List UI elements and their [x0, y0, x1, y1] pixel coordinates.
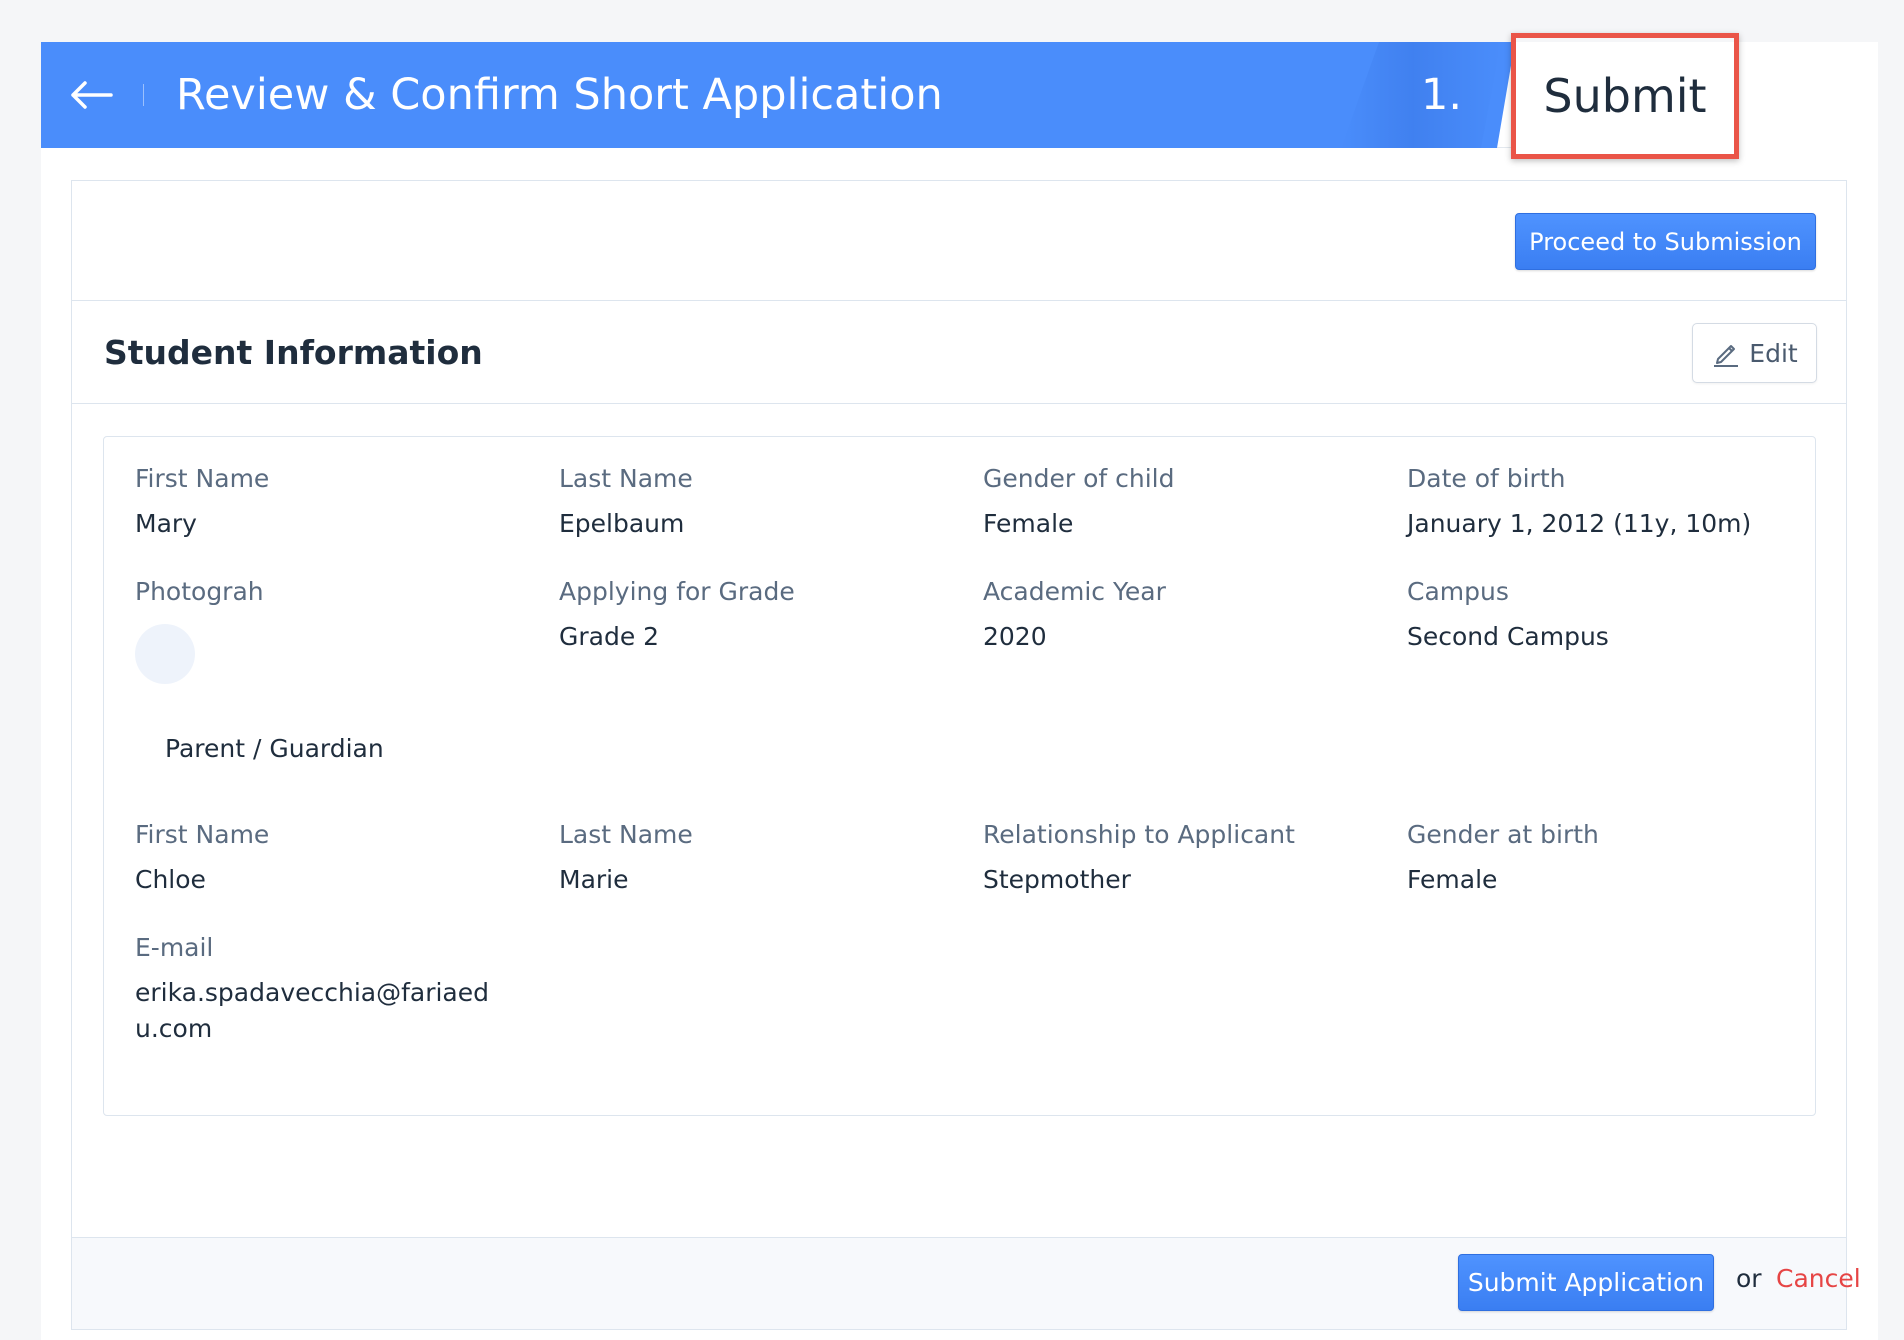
cancel-link[interactable]: Cancel — [1776, 1264, 1861, 1293]
student-dob-field: Date of birth January 1, 2012 (11y, 10m) — [1407, 462, 1787, 542]
avatar — [135, 624, 195, 684]
guardian-first-name-field: First Name Chloe — [135, 818, 535, 898]
field-label: Campus — [1407, 575, 1807, 609]
card-footer: Submit Application or Cancel — [72, 1237, 1846, 1329]
application-page: Review & Confirm Short Application 1. Su… — [41, 42, 1878, 1340]
student-info-box: First Name Mary Last Name Epelbaum Gende… — [103, 436, 1816, 1116]
field-label: Last Name — [559, 818, 959, 852]
field-label: Gender at birth — [1407, 818, 1807, 852]
field-value: January 1, 2012 (11y, 10m) — [1407, 506, 1787, 542]
step-label: Submit — [1543, 67, 1706, 125]
guardian-gender-field: Gender at birth Female — [1407, 818, 1807, 898]
field-value: Second Campus — [1407, 619, 1807, 655]
field-value: Female — [1407, 862, 1807, 898]
field-label: Academic Year — [983, 575, 1383, 609]
edit-button[interactable]: Edit — [1692, 323, 1817, 383]
student-campus-field: Campus Second Campus — [1407, 575, 1807, 655]
header-divider — [143, 84, 144, 106]
student-gender-field: Gender of child Female — [983, 462, 1383, 542]
student-grade-field: Applying for Grade Grade 2 — [559, 575, 959, 655]
edit-label: Edit — [1749, 339, 1797, 368]
step-tab-submit[interactable]: Submit — [1511, 33, 1739, 159]
step-number: 1. — [1421, 66, 1462, 124]
field-label: Applying for Grade — [559, 575, 959, 609]
card-toolbar: Proceed to Submission — [72, 181, 1846, 301]
field-value: Female — [983, 506, 1383, 542]
field-value: 2020 — [983, 619, 1383, 655]
field-label: First Name — [135, 818, 535, 852]
field-value: erika.spadavecchia@fariaedu.com — [135, 975, 495, 1047]
review-card: Proceed to Submission Student Informatio… — [71, 180, 1847, 1330]
field-value: Stepmother — [983, 862, 1383, 898]
guardian-relationship-field: Relationship to Applicant Stepmother — [983, 818, 1383, 898]
page-header: Review & Confirm Short Application 1. Su… — [41, 42, 1878, 148]
student-section-header: Student Information Edit — [72, 301, 1846, 404]
student-year-field: Academic Year 2020 — [983, 575, 1383, 655]
field-value: Epelbaum — [559, 506, 959, 542]
back-button[interactable] — [61, 70, 121, 120]
field-label: Last Name — [559, 462, 959, 496]
submit-application-button[interactable]: Submit Application — [1458, 1254, 1714, 1311]
student-first-name-field: First Name Mary — [135, 462, 535, 542]
field-value: Marie — [559, 862, 959, 898]
guardian-heading: Parent / Guardian — [165, 731, 384, 767]
student-photo-field: Photograh — [135, 575, 535, 609]
field-label: Photograh — [135, 575, 535, 609]
pencil-icon — [1711, 338, 1741, 368]
field-value: Grade 2 — [559, 619, 959, 655]
guardian-last-name-field: Last Name Marie — [559, 818, 959, 898]
guardian-email-field: E-mail erika.spadavecchia@fariaedu.com — [135, 931, 495, 1047]
section-title: Student Information — [104, 331, 483, 375]
field-label: Gender of child — [983, 462, 1383, 496]
field-label: Date of birth — [1407, 462, 1787, 496]
field-label: E-mail — [135, 931, 495, 965]
student-last-name-field: Last Name Epelbaum — [559, 462, 959, 542]
or-text: or — [1736, 1264, 1762, 1293]
field-label: Relationship to Applicant — [983, 818, 1383, 852]
proceed-to-submission-button[interactable]: Proceed to Submission — [1515, 213, 1816, 270]
field-label: First Name — [135, 462, 535, 496]
field-value: Chloe — [135, 862, 535, 898]
field-value: Mary — [135, 506, 535, 542]
arrow-left-icon — [69, 80, 113, 110]
page-title: Review & Confirm Short Application — [176, 66, 943, 124]
